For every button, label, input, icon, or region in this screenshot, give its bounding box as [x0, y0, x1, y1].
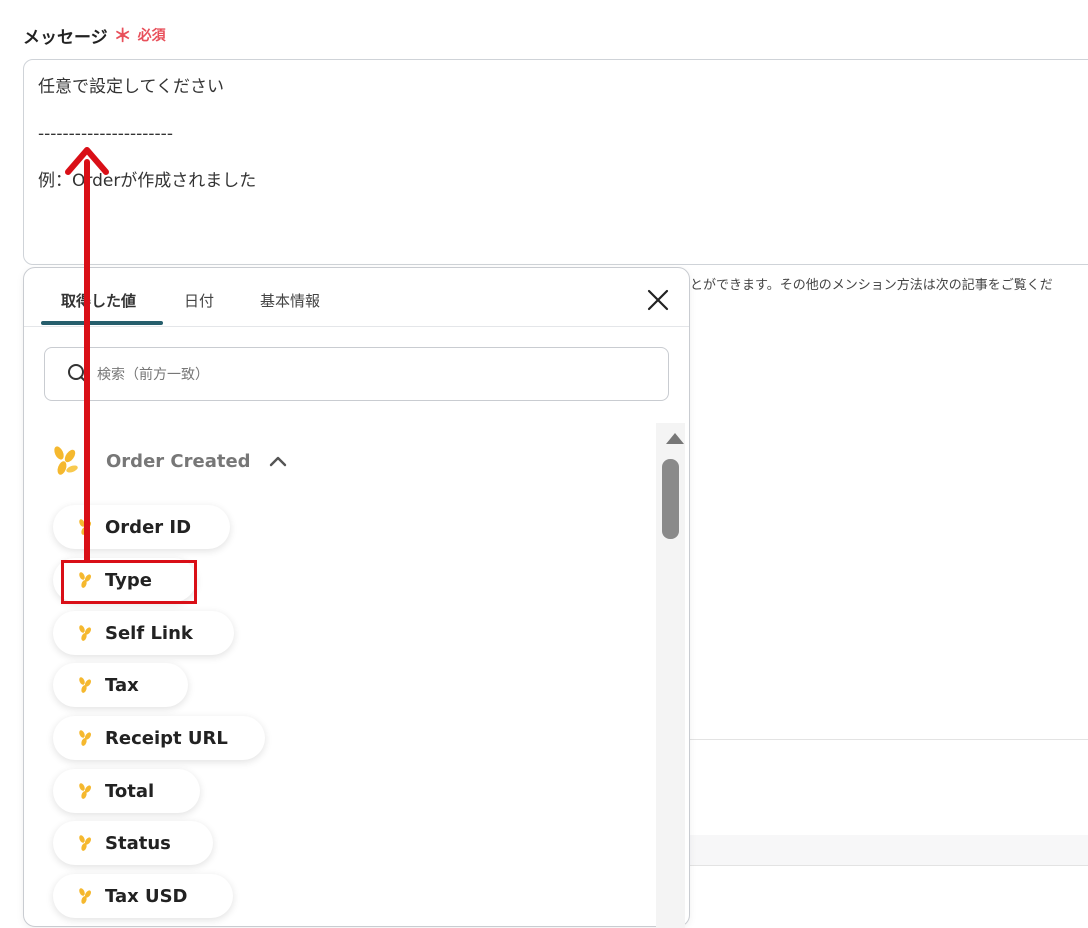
chip-app-icon: [79, 835, 92, 851]
chip-total[interactable]: Total: [53, 769, 200, 813]
chip-label: Self Link: [105, 622, 193, 644]
chip-label: Tax: [105, 674, 139, 696]
chip-tax[interactable]: Tax: [53, 663, 188, 707]
message-field-label: メッセージ ＊ 必須: [23, 22, 166, 48]
field-label-text: メッセージ: [23, 27, 108, 48]
chevron-up-icon: [269, 456, 286, 467]
scrollbar[interactable]: [656, 423, 685, 928]
chip-app-icon: [79, 625, 92, 641]
picker-tabs: 取得した値 日付 基本情報: [24, 268, 689, 327]
message-line-2: ----------------------: [38, 124, 173, 144]
search-input[interactable]: [95, 356, 649, 394]
scrollbar-thumb[interactable]: [662, 459, 679, 539]
chip-order-id[interactable]: Order ID: [53, 505, 230, 549]
tab-fetched-values[interactable]: 取得した値: [61, 290, 136, 311]
chip-status[interactable]: Status: [53, 821, 213, 865]
chip-app-icon: [79, 519, 92, 535]
chip-label: Total: [105, 780, 155, 802]
scroll-up-arrow-icon[interactable]: [666, 433, 684, 444]
chip-app-icon: [79, 888, 92, 904]
chip-self-link[interactable]: Self Link: [53, 611, 234, 655]
chip-label: Tax USD: [105, 885, 188, 907]
active-tab-indicator: [41, 321, 163, 325]
chip-receipt-url[interactable]: Receipt URL: [53, 716, 265, 760]
stripe-app-icon: [54, 446, 78, 475]
chip-label: Receipt URL: [105, 727, 228, 749]
required-text: 必須: [137, 28, 166, 44]
highlight-box-type: [61, 560, 197, 604]
chip-app-icon: [79, 677, 92, 693]
chip-label: Status: [105, 832, 171, 854]
close-icon[interactable]: [646, 288, 670, 312]
group-title: Order Created: [106, 450, 251, 472]
required-asterisk: ＊: [113, 26, 132, 47]
group-header-order-created[interactable]: Order Created: [50, 443, 287, 479]
message-textarea[interactable]: 任意で設定してください ---------------------- 例：Ord…: [23, 59, 1088, 265]
message-line-1: 任意で設定してください: [38, 77, 224, 97]
search-icon: [68, 364, 88, 384]
message-line-3: 例：Orderが作成されました: [38, 171, 257, 191]
background-divider: [690, 739, 1088, 740]
chip-app-icon: [79, 730, 92, 746]
background-band: [690, 835, 1088, 866]
chip-label: Order ID: [105, 516, 192, 538]
tab-date[interactable]: 日付: [184, 290, 214, 311]
chip-app-icon: [79, 783, 92, 799]
search-box: [44, 347, 669, 401]
tab-basic-info[interactable]: 基本情報: [260, 290, 320, 311]
mention-hint-text: とができます。その他のメンション方法は次の記事をご覧くだ: [690, 278, 1053, 293]
chip-tax-usd[interactable]: Tax USD: [53, 874, 233, 918]
